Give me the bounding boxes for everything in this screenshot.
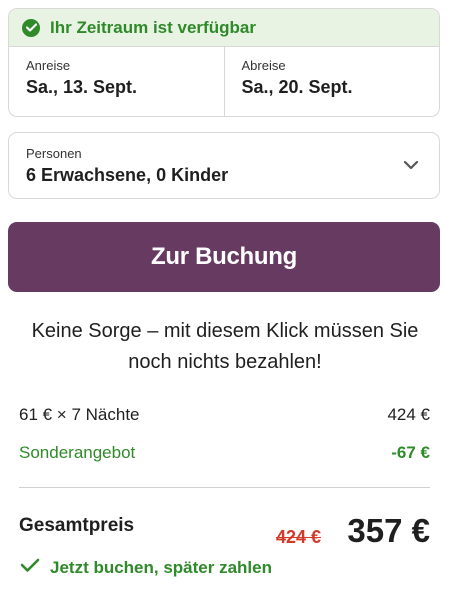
arrival-label: Anreise [26,58,71,73]
special-offer-row: Sonderangebot -67 € [19,443,430,463]
guests-label: Personen [26,146,82,161]
pay-later-note: Jetzt buchen, später zahlen [20,557,272,578]
availability-message: Ihr Zeitraum ist verfügbar [50,17,256,37]
departure-value: Sa., 20. Sept. [241,77,353,97]
no-payment-note: Keine Sorge – mit diesem Klick müssen Si… [0,316,450,378]
guests-value: 6 Erwachsene, 0 Kinder [26,165,229,185]
availability-banner: Ihr Zeitraum ist verfügbar [9,9,439,47]
check-circle-icon [22,18,40,37]
arrival-value: Sa., 13. Sept. [26,77,138,97]
nights-row: 61 € × 7 Nächte 424 € [19,405,430,425]
old-price: 424 € [276,527,322,547]
total-price: 357 € [347,512,430,549]
pay-later-text: Jetzt buchen, später zahlen [50,557,272,577]
special-offer-label: Sonderangebot [19,443,136,462]
arrival-date-field[interactable]: Anreise Sa., 13. Sept. [9,47,224,116]
nights-label: 61 € × 7 Nächte [19,405,140,424]
book-button[interactable]: Zur Buchung [8,222,440,292]
divider [19,487,430,488]
special-offer-amount: -67 € [391,443,430,462]
note-line-1: Keine Sorge – mit diesem Klick müssen Si… [31,320,419,342]
date-range: Anreise Sa., 13. Sept. Abreise Sa., 20. … [9,47,440,116]
guests-select[interactable]: Personen 6 Erwachsene, 0 Kinder [8,132,440,199]
total-label: Gesamtpreis [19,515,135,536]
chevron-down-icon [403,157,419,175]
check-icon [20,557,40,578]
booking-card: Ihr Zeitraum ist verfügbar Anreise Sa., … [8,8,440,117]
departure-date-field[interactable]: Abreise Sa., 20. Sept. [223,47,440,116]
departure-label: Abreise [241,58,286,73]
note-line-2: noch nichts bezahlen! [128,351,322,373]
nights-amount: 424 € [387,405,430,424]
